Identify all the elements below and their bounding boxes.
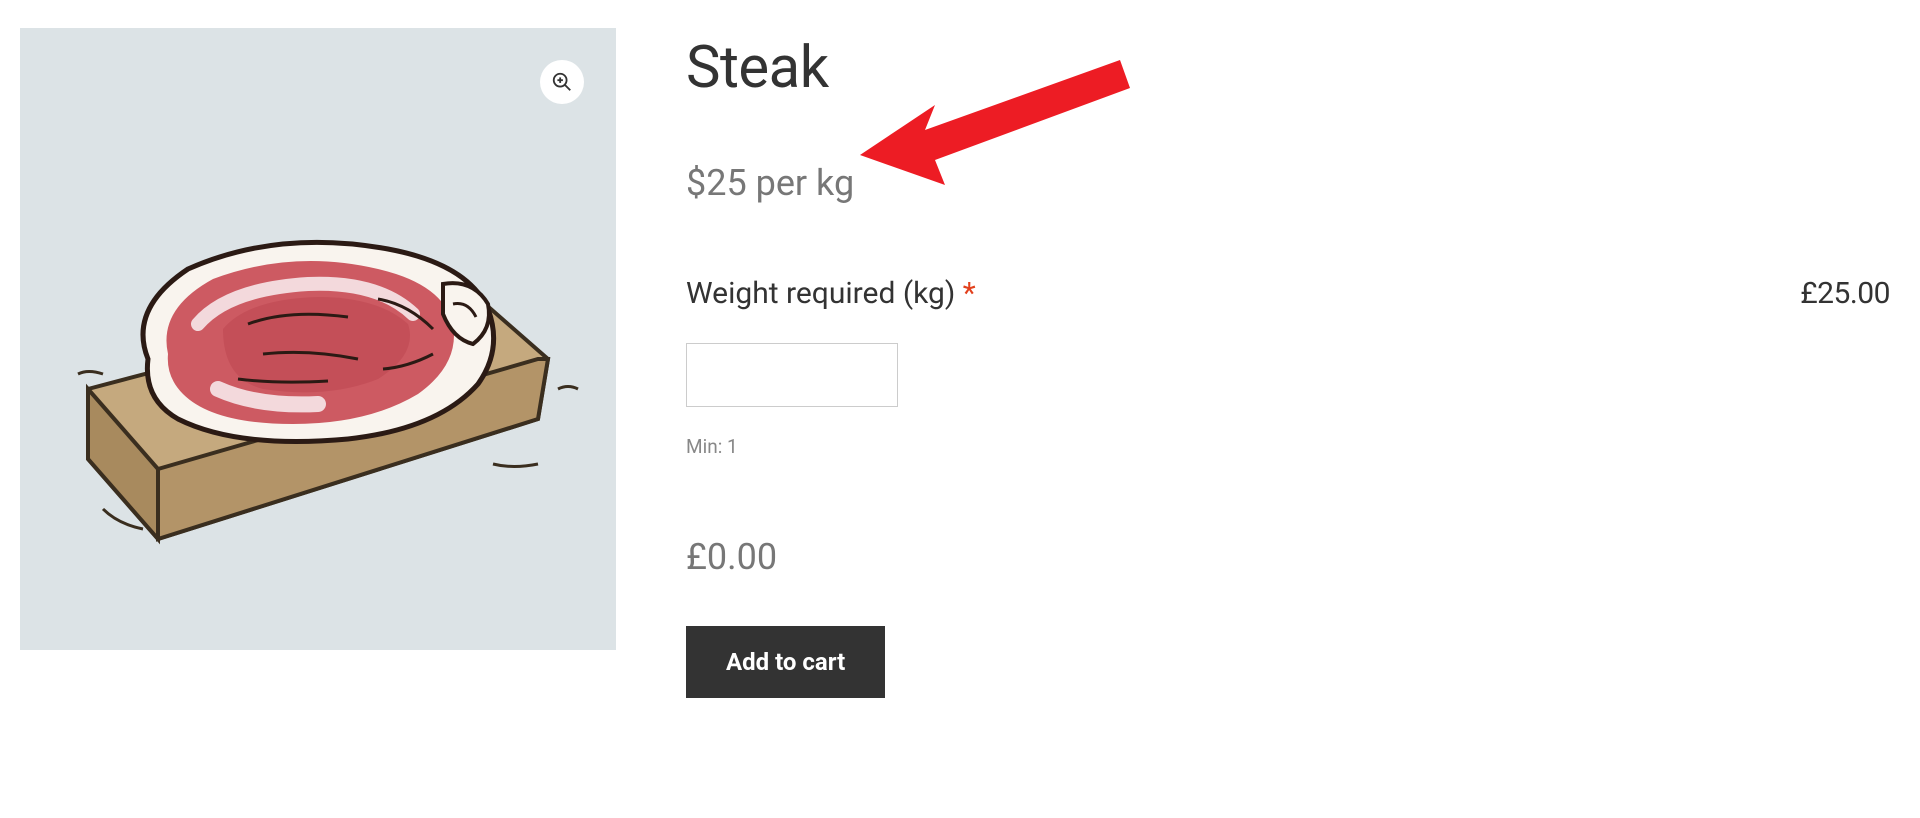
weight-field-row: Weight required (kg) * Min: 1 £25.00 (686, 276, 1900, 458)
product-details: Steak $25 per kg Weight required (kg) * … (686, 28, 1900, 698)
zoom-in-icon (551, 71, 573, 93)
add-to-cart-button[interactable]: Add to cart (686, 626, 885, 698)
weight-label-text: Weight required (kg) (686, 276, 963, 311)
weight-input[interactable] (686, 343, 898, 407)
weight-label: Weight required (kg) * (686, 276, 1800, 311)
running-total: £0.00 (686, 536, 1900, 578)
product-title: Steak (686, 34, 1900, 102)
required-indicator: * (963, 276, 976, 311)
price-per-unit: $25 per kg (686, 162, 1900, 204)
min-hint: Min: 1 (686, 435, 1800, 458)
product-image-column (20, 28, 616, 698)
line-item-price: £25.00 (1800, 276, 1900, 311)
steak-illustration (48, 129, 588, 549)
weight-field-block: Weight required (kg) * Min: 1 (686, 276, 1800, 458)
product-page: Steak $25 per kg Weight required (kg) * … (0, 0, 1920, 726)
product-image[interactable] (20, 28, 616, 650)
zoom-button[interactable] (540, 60, 584, 104)
